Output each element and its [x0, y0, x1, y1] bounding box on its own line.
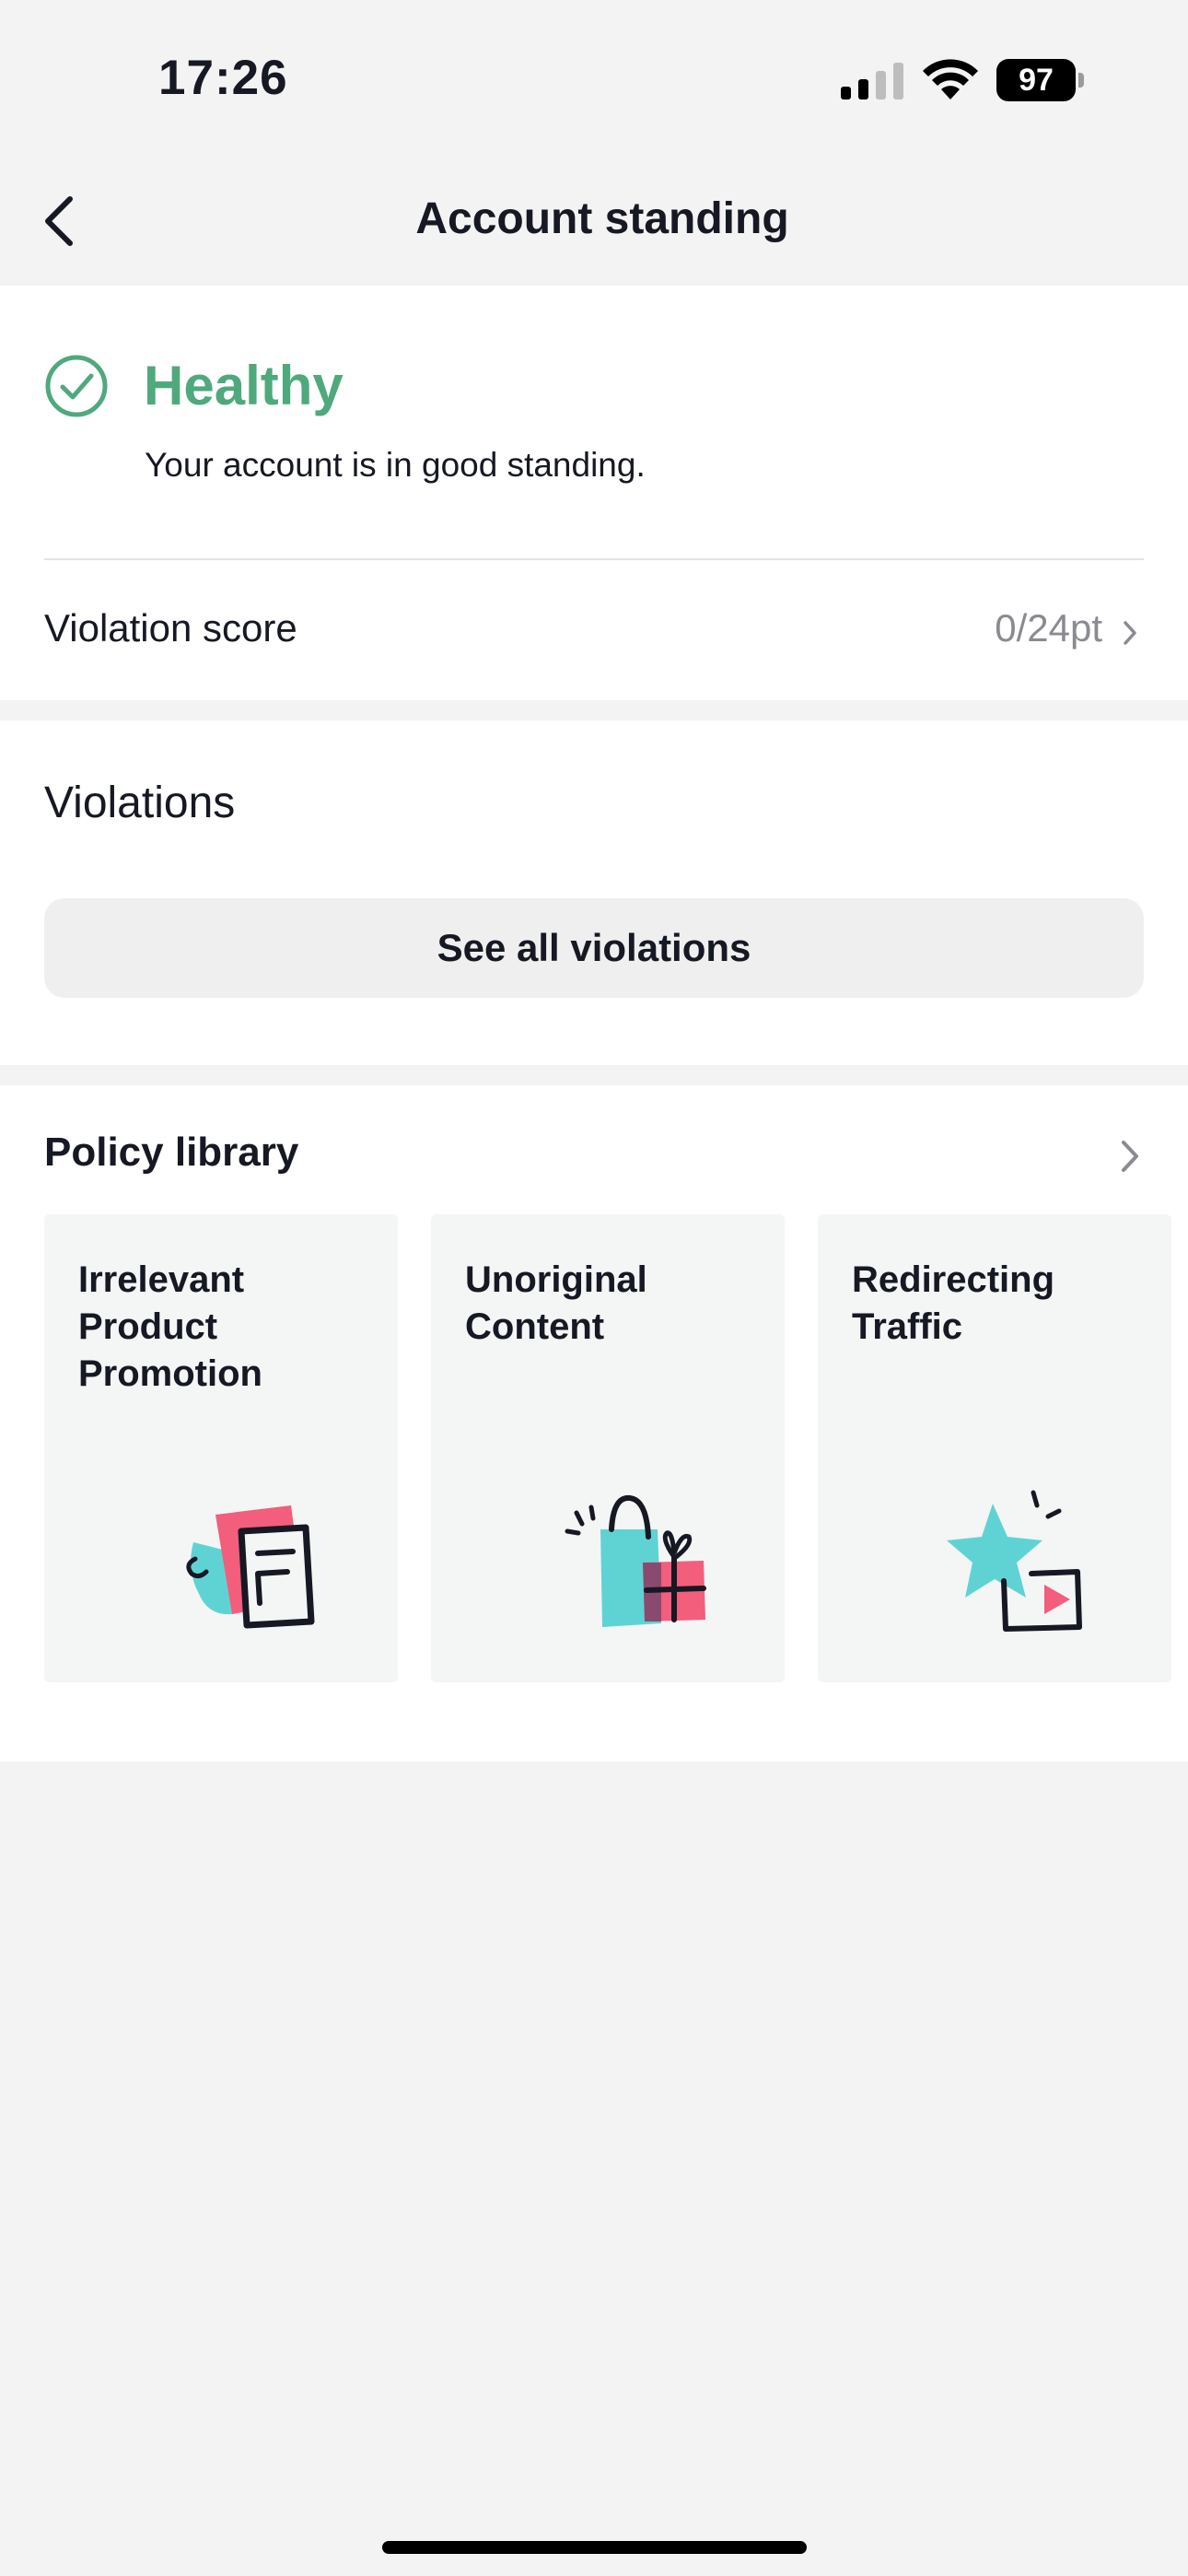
policy-card-unoriginal-content[interactable]: Unoriginal Content [431, 1214, 785, 1682]
cellular-signal-icon [841, 63, 903, 100]
battery-tip [1078, 73, 1084, 88]
policy-library-section: Policy library Irrelevant Product Promot… [0, 1085, 1188, 1762]
status-time: 17:26 [158, 51, 288, 105]
page-title: Account standing [415, 194, 789, 243]
health-status-description: Your account is in good standing. [145, 446, 646, 484]
see-all-violations-button[interactable]: See all violations [44, 898, 1144, 998]
account-status-section: Healthy Your account is in good standing… [0, 286, 1188, 700]
policy-card-title: Irrelevant Product Promotion [78, 1259, 262, 1394]
battery-level: 97 [996, 59, 1076, 101]
shopping-gift-icon [565, 1494, 706, 1627]
policy-library-heading: Policy library [44, 1130, 299, 1175]
status-bar: 17:26 97 [0, 0, 1188, 147]
violation-score-label: Violation score [44, 606, 297, 650]
policy-card-redirecting-traffic[interactable]: Redirecting Traffic [818, 1214, 1171, 1682]
violation-score-row[interactable]: Violation score 0/24pt [0, 560, 1188, 700]
battery-icon: 97 [996, 59, 1085, 101]
chevron-right-icon [1124, 621, 1136, 645]
navigation-bar: Account standing [0, 147, 1188, 286]
check-circle-icon [45, 355, 108, 417]
home-indicator [382, 2541, 807, 2554]
chevron-right-icon[interactable] [1116, 1135, 1144, 1177]
policy-card-title: Unoriginal Content [465, 1259, 647, 1347]
document-icon [186, 1505, 315, 1629]
account-standing-screen: 17:26 97 Account standing Healthy Your a… [0, 0, 1188, 2576]
wifi-icon [923, 59, 978, 100]
health-status-title: Healthy [144, 355, 344, 416]
star-video-icon [947, 1490, 1082, 1632]
policy-card-title: Redirecting Traffic [852, 1259, 1055, 1347]
violations-section: Violations See all violations [0, 720, 1188, 1065]
policy-card-irrelevant-product-promotion[interactable]: Irrelevant Product Promotion [44, 1214, 398, 1682]
violation-score-value: 0/24pt [995, 606, 1102, 650]
violations-heading: Violations [44, 779, 236, 827]
